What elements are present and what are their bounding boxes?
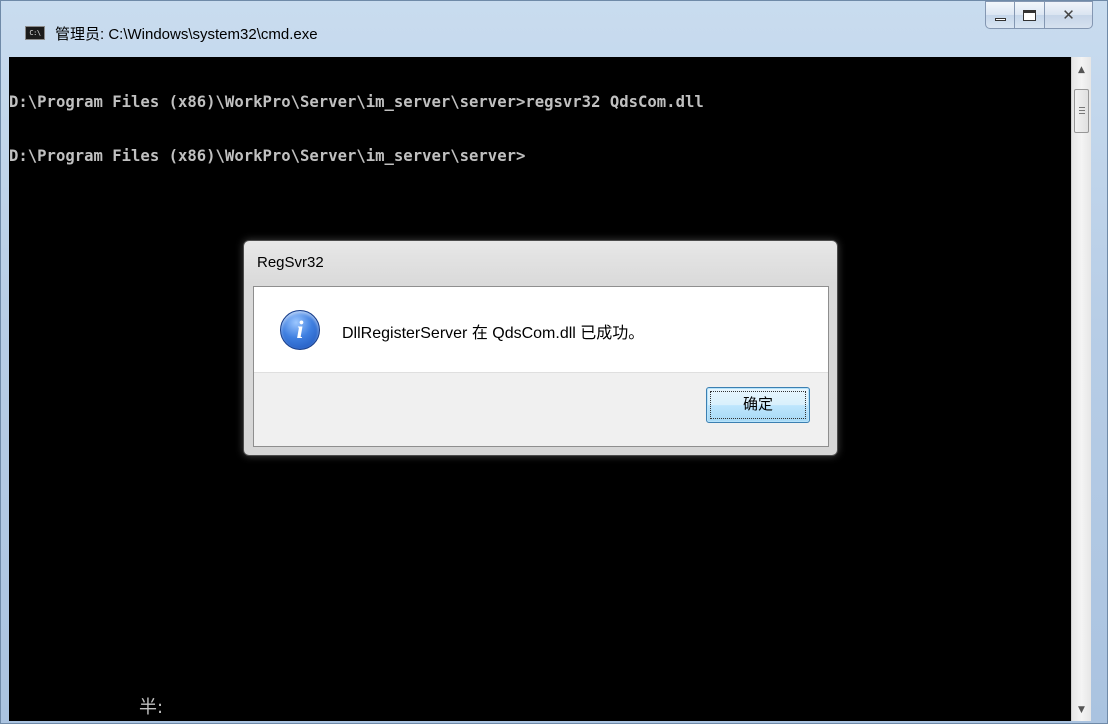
minimize-button[interactable] bbox=[985, 1, 1015, 29]
minimize-icon bbox=[995, 18, 1006, 21]
close-button[interactable]: ✕ bbox=[1045, 1, 1093, 29]
console-line-prompt: D:\Program Files (x86)\WorkPro\Server\im… bbox=[9, 147, 526, 165]
info-icon: i bbox=[280, 310, 320, 350]
scrollbar-grip-icon bbox=[1079, 107, 1085, 115]
scroll-up-arrow-icon[interactable]: ▲ bbox=[1072, 61, 1091, 79]
dialog-message: DllRegisterServer 在 QdsCom.dll 已成功。 bbox=[342, 325, 645, 342]
maximize-button[interactable] bbox=[1015, 1, 1045, 29]
cmd-app-icon[interactable]: C:\ bbox=[25, 26, 45, 40]
console-line-command: D:\Program Files (x86)\WorkPro\Server\im… bbox=[9, 93, 704, 111]
title-bar[interactable]: C:\ 管理员: C:\Windows\system32\cmd.exe ✕ bbox=[1, 1, 1107, 45]
ok-button[interactable]: 确定 bbox=[706, 387, 810, 423]
vertical-scrollbar[interactable]: ▲ ▼ bbox=[1071, 57, 1091, 721]
window-title: 管理员: C:\Windows\system32\cmd.exe bbox=[55, 26, 318, 43]
close-icon: ✕ bbox=[1062, 6, 1075, 24]
dialog-title: RegSvr32 bbox=[257, 254, 324, 271]
scroll-down-arrow-icon[interactable]: ▼ bbox=[1072, 701, 1091, 719]
maximize-icon bbox=[1023, 10, 1036, 21]
dialog-body: i DllRegisterServer 在 QdsCom.dll 已成功。 确定 bbox=[253, 286, 829, 447]
regsvr32-dialog: RegSvr32 i DllRegisterServer 在 QdsCom.dl… bbox=[243, 240, 838, 456]
dialog-button-area: 确定 bbox=[254, 372, 828, 446]
window-controls: ✕ bbox=[985, 1, 1093, 31]
ime-status: 半: bbox=[139, 697, 164, 718]
scrollbar-thumb[interactable] bbox=[1074, 89, 1089, 133]
